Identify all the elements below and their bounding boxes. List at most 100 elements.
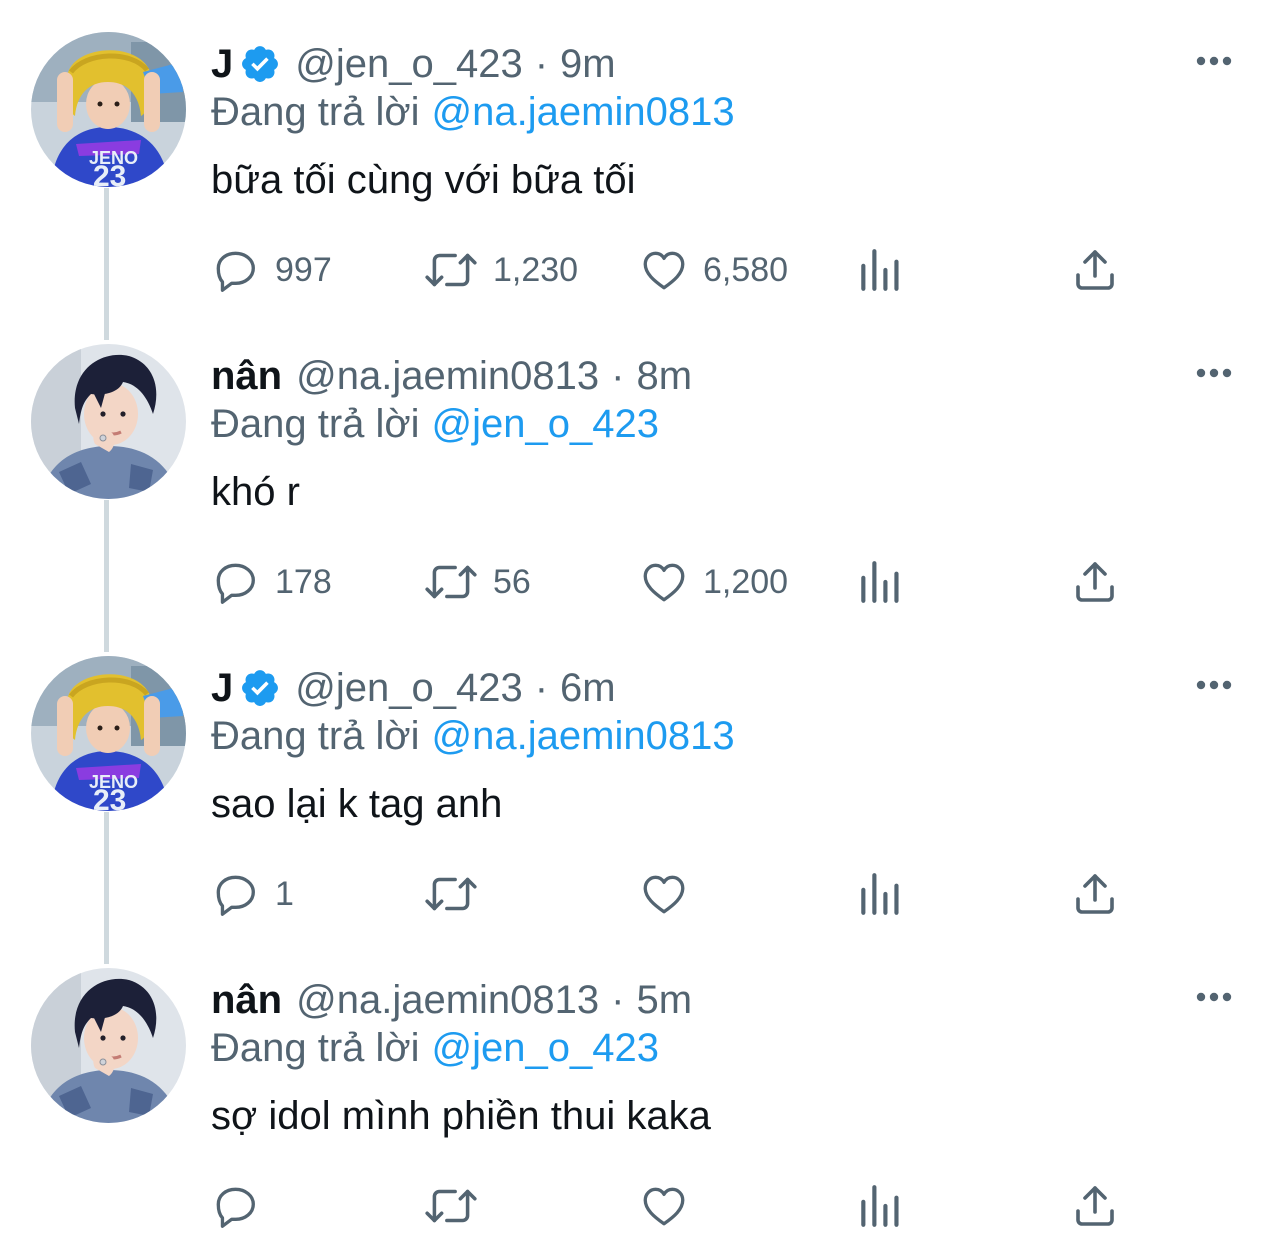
more-options-icon[interactable] — [1194, 982, 1234, 1012]
avatar[interactable] — [31, 656, 186, 811]
like-button[interactable] — [639, 868, 703, 920]
retweet-arrows-icon — [425, 253, 477, 287]
speech-bubble-icon — [216, 875, 255, 916]
replying-to-line: Đang trả lời @na.jaemin0813 — [211, 712, 735, 760]
verified-badge-icon — [239, 43, 281, 85]
replying-to-label: Đang trả lời — [211, 90, 420, 134]
user-handle[interactable]: @na.jaemin0813 — [296, 350, 599, 402]
timestamp[interactable]: 5m — [636, 974, 692, 1026]
user-handle[interactable]: @jen_o_423 — [295, 38, 522, 90]
display-name[interactable]: J — [211, 38, 233, 90]
avatar[interactable] — [31, 344, 186, 499]
views-button[interactable] — [857, 868, 903, 920]
share-button[interactable] — [1071, 556, 1119, 608]
retweet-button[interactable]: 1,230 — [423, 244, 578, 296]
share-upload-icon — [1076, 1186, 1114, 1226]
speech-bubble-icon — [216, 563, 255, 604]
tweet-text: sao lại k tag anh — [211, 782, 503, 826]
retweet-button[interactable] — [423, 868, 493, 920]
views-button[interactable] — [857, 1180, 903, 1232]
bar-chart-icon — [861, 1185, 899, 1227]
reply-mention-link[interactable]: @jen_o_423 — [432, 1026, 659, 1070]
reply-button[interactable] — [211, 1180, 275, 1232]
like-button[interactable]: 6,580 — [639, 244, 788, 296]
views-button[interactable] — [857, 556, 903, 608]
separator-dot: · — [611, 978, 625, 1022]
replying-to-line: Đang trả lời @na.jaemin0813 — [211, 88, 735, 136]
tweet[interactable]: J @jen_o_423 · 6m Đang trả lời @na.jaemin… — [0, 624, 1284, 936]
retweet-arrows-icon — [425, 565, 477, 599]
reply-count: 997 — [275, 250, 332, 289]
heart-icon — [643, 875, 685, 914]
share-button[interactable] — [1071, 244, 1119, 296]
reply-button[interactable]: 1 — [211, 868, 294, 920]
timestamp[interactable]: 9m — [560, 38, 616, 90]
heart-icon — [643, 1187, 685, 1226]
replying-to-line: Đang trả lời @jen_o_423 — [211, 1024, 659, 1072]
retweet-button[interactable]: 56 — [423, 556, 531, 608]
replying-to-label: Đang trả lời — [211, 1026, 420, 1070]
tweet[interactable]: J @jen_o_423 · 9m Đang trả lời @na.jaemin… — [0, 0, 1284, 312]
like-button[interactable]: 1,200 — [639, 556, 788, 608]
share-upload-icon — [1076, 562, 1114, 602]
tweet-text: bữa tối cùng với bữa tối — [211, 158, 636, 202]
verified-badge-icon — [239, 667, 281, 709]
tweet-header: nân @na.jaemin0813 · 8m — [211, 350, 692, 402]
like-count: 6,580 — [703, 250, 789, 289]
like-count: 1,200 — [703, 562, 789, 601]
replying-to-line: Đang trả lời @jen_o_423 — [211, 400, 659, 448]
bar-chart-icon — [861, 561, 899, 603]
avatar[interactable] — [31, 32, 186, 187]
speech-bubble-icon — [216, 251, 255, 292]
display-name[interactable]: J — [211, 662, 233, 714]
reply-button[interactable]: 997 — [211, 244, 332, 296]
retweet-arrows-icon — [425, 1189, 477, 1223]
speech-bubble-icon — [216, 1187, 255, 1228]
timestamp[interactable]: 6m — [560, 662, 616, 714]
bar-chart-icon — [861, 249, 899, 291]
heart-icon — [643, 251, 685, 290]
separator-dot: · — [611, 354, 625, 398]
tweet[interactable]: nân @na.jaemin0813 · 5m Đang trả lời @jen… — [0, 936, 1284, 1248]
retweet-count: 1,230 — [493, 250, 579, 289]
avatar[interactable] — [31, 968, 186, 1123]
reply-button[interactable]: 178 — [211, 556, 332, 608]
reply-count: 1 — [275, 874, 294, 913]
display-name[interactable]: nân — [211, 350, 282, 402]
tweet[interactable]: nân @na.jaemin0813 · 8m Đang trả lời @jen… — [0, 312, 1284, 624]
user-handle[interactable]: @na.jaemin0813 — [296, 974, 599, 1026]
tweet-actions: 1 — [211, 868, 1141, 920]
replying-to-label: Đang trả lời — [211, 714, 420, 758]
reply-thread: J @jen_o_423 · 9m Đang trả lời @na.jaemin… — [0, 0, 1284, 1254]
tweet-actions: 178 56 1,200 — [211, 556, 1141, 608]
display-name[interactable]: nân — [211, 974, 282, 1026]
replying-to-label: Đang trả lời — [211, 402, 420, 446]
separator-dot: · — [534, 666, 549, 710]
reply-mention-link[interactable]: @na.jaemin0813 — [432, 714, 735, 758]
tweet-text: khó r — [211, 470, 300, 514]
tweet-actions — [211, 1180, 1141, 1232]
reply-mention-link[interactable]: @jen_o_423 — [432, 402, 659, 446]
more-options-icon[interactable] — [1194, 358, 1234, 388]
tweet-header: nân @na.jaemin0813 · 5m — [211, 974, 692, 1026]
separator-dot: · — [534, 42, 549, 86]
views-button[interactable] — [857, 244, 903, 296]
retweet-button[interactable] — [423, 1180, 493, 1232]
share-upload-icon — [1076, 874, 1114, 914]
share-button[interactable] — [1071, 1180, 1119, 1232]
tweet-header: J @jen_o_423 · 9m — [211, 38, 616, 90]
user-handle[interactable]: @jen_o_423 — [295, 662, 522, 714]
share-upload-icon — [1076, 250, 1114, 290]
more-options-icon[interactable] — [1194, 46, 1234, 76]
timestamp[interactable]: 8m — [636, 350, 692, 402]
like-button[interactable] — [639, 1180, 703, 1232]
share-button[interactable] — [1071, 868, 1119, 920]
more-options-icon[interactable] — [1194, 670, 1234, 700]
reply-mention-link[interactable]: @na.jaemin0813 — [432, 90, 735, 134]
heart-icon — [643, 563, 685, 602]
tweet-text: sợ idol mình phiền thui kaka — [211, 1094, 711, 1138]
tweet-actions: 997 1,230 6,580 — [211, 244, 1141, 296]
reply-count: 178 — [275, 562, 332, 601]
tweet-header: J @jen_o_423 · 6m — [211, 662, 616, 714]
retweet-arrows-icon — [425, 877, 477, 911]
